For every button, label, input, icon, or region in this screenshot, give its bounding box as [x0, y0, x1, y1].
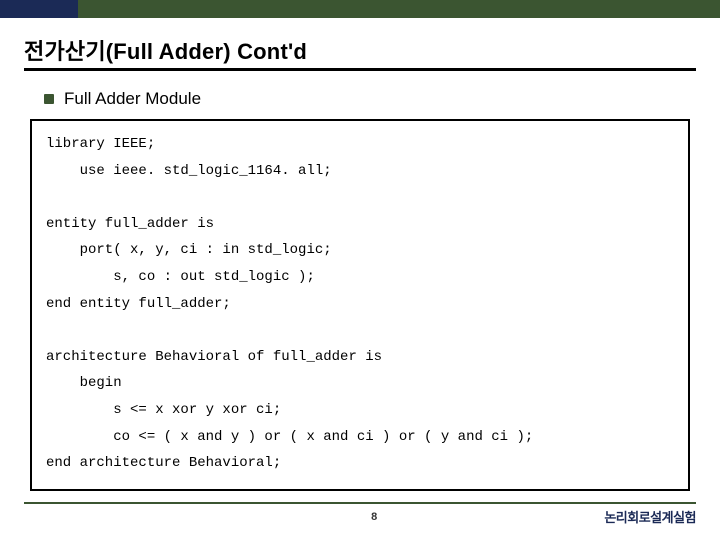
- footer: 8 논리회로설계실험: [0, 507, 720, 526]
- page-number: 8: [144, 511, 604, 523]
- code-line: end entity full_adder;: [46, 296, 231, 312]
- footer-rule: [24, 502, 696, 504]
- bullet-icon: [44, 94, 54, 104]
- code-line: begin: [46, 375, 122, 391]
- slide-title: 전가산기(Full Adder) Cont'd: [24, 34, 696, 71]
- code-line: end architecture Behavioral;: [46, 455, 281, 471]
- code-block: library IEEE; use ieee. std_logic_1164. …: [30, 119, 690, 491]
- code-line: entity full_adder is: [46, 216, 214, 232]
- code-line: architecture Behavioral of full_adder is: [46, 349, 382, 365]
- content-area: Full Adder Module: [0, 75, 720, 109]
- footer-label: 논리회로설계실험: [604, 507, 696, 526]
- code-line: library IEEE;: [46, 136, 155, 152]
- bullet-item: Full Adder Module: [44, 89, 696, 109]
- code-line: s, co : out std_logic );: [46, 269, 315, 285]
- top-bar: [0, 0, 720, 18]
- title-area: 전가산기(Full Adder) Cont'd: [0, 18, 720, 75]
- code-line: co <= ( x and y ) or ( x and ci ) or ( y…: [46, 429, 533, 445]
- code-line: s <= x xor y xor ci;: [46, 402, 281, 418]
- slide: 전가산기(Full Adder) Cont'd Full Adder Modul…: [0, 0, 720, 540]
- bullet-label: Full Adder Module: [64, 89, 201, 109]
- code-line: port( x, y, ci : in std_logic;: [46, 242, 332, 258]
- top-bar-accent: [0, 0, 78, 18]
- code-line: use ieee. std_logic_1164. all;: [46, 163, 332, 179]
